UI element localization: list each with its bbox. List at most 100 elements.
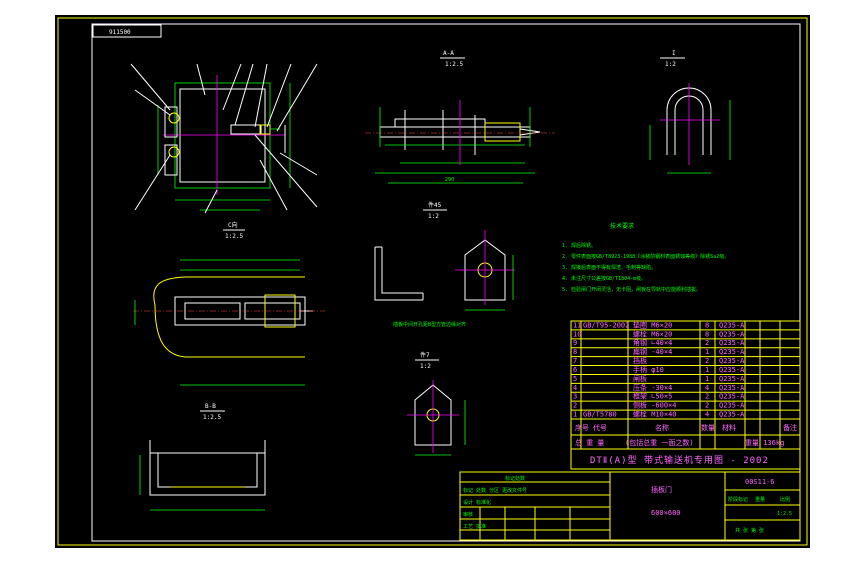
parts-cell-material: Q235-A: [719, 402, 745, 410]
parts-cell-name: 压条 -30×4: [633, 383, 672, 392]
parts-cell-no: 2: [573, 402, 577, 410]
parts-footer-left: 总 重 量: [575, 438, 604, 447]
tech-req-item-5: 5. 检验闸门开闭灵活，无卡阻，闸板在导轨中应能顺利插拔。: [562, 286, 701, 293]
parts-cell-qty: 2: [705, 393, 709, 401]
part-45-scale: 1:2: [428, 213, 439, 220]
parts-header-qty: 数量: [701, 423, 715, 432]
section-bb-title: B-B: [205, 403, 216, 410]
parts-cell-no: 9: [573, 339, 577, 347]
parts-list: 11 GB/T95-2002 垫圈 M6×20 8 Q235-A10 螺栓 M6×20 8 Q…: [570, 320, 801, 450]
parts-cell-qty: 2: [705, 357, 709, 365]
title-block-revision-row-2: 设计 标准化: [463, 499, 491, 506]
section-i: I 1:2: [649, 50, 731, 174]
parts-cell-name: 角钢 ∟40×4: [633, 338, 672, 347]
scale-value: 1:2.5: [777, 511, 792, 517]
section-aa: A-A 1:2.5 290: [365, 50, 555, 184]
parts-cell-name: 垫圈 M6×20: [633, 320, 672, 329]
parts-cell-qty: 1: [705, 348, 709, 356]
parts-cell-material: Q235-A: [719, 339, 745, 347]
parts-cell-name: 框架 ∟50×5: [633, 392, 672, 401]
parts-cell-name: 螺栓 M6×20: [633, 329, 672, 338]
parts-header-remark: 备注: [783, 423, 797, 432]
section-i-title: I: [672, 50, 676, 57]
parts-cell-qty: 1: [705, 366, 709, 374]
section-bb: B-B 1:2.5: [139, 403, 266, 511]
parts-header-no: 序号: [575, 423, 589, 432]
parts-footer-right: 重量 136kg: [745, 439, 784, 447]
parts-cell-no: 5: [573, 375, 577, 383]
sheet-info-pages: 共 张 第 张: [735, 527, 764, 534]
parts-cell-no: 7: [573, 357, 577, 365]
section-bb-scale: 1:2.5: [203, 414, 221, 421]
parts-cell-material: Q235-A: [719, 348, 745, 356]
parts-cell-no: 6: [573, 366, 577, 374]
parts-cell-material: Q235-A: [719, 366, 745, 374]
tech-req-item-1: 1. 焊后除锈。: [562, 242, 596, 249]
parts-cell-name: 挡板: [633, 356, 647, 365]
parts-cell-qty: 2: [705, 402, 709, 410]
parts-cell-no: 1: [573, 411, 577, 419]
title-block-header: 标记处数: [505, 475, 525, 482]
drawing-size: 600×600: [651, 509, 681, 517]
parts-cell-no: 11: [573, 321, 581, 329]
section-aa-dimension: 290: [445, 177, 454, 183]
title-block-revision-row-3: 审核: [463, 511, 473, 518]
series-title: DTⅡ(A)型 带式输送机专用图 - 2002: [590, 454, 769, 466]
parts-header-material: 材料: [722, 423, 736, 432]
parts-cell-material: Q235-A: [719, 384, 745, 392]
part-45-title: 件45: [428, 201, 442, 209]
parts-cell-material: Q235-A: [719, 321, 745, 329]
title-block-revision-row-1: 标记 处数 分区 更改文件号: [463, 487, 527, 494]
section-i-scale: 1:2: [665, 61, 676, 68]
sheet-info-scale: 比例: [780, 496, 790, 503]
part-7-scale: 1:2: [420, 363, 431, 370]
parts-rows: 11 GB/T95-2002 垫圈 M6×20 8 Q235-A10 螺栓 M6×20 8 Q…: [571, 320, 800, 419]
parts-cell-name: 螺栓 M10×40: [633, 410, 677, 419]
parts-footer-mid: (包括总重 一面之数): [625, 438, 694, 447]
tech-requirements: 技术要求 1. 焊后除锈。 2. 零件表面按GB/T8923-1988《涂装前钢…: [562, 222, 729, 293]
parts-cell-material: Q235-A: [719, 375, 745, 383]
parts-cell-material: Q235-A: [719, 393, 745, 401]
weld-note: 插板中间开孔距B型方管边缘对齐: [393, 321, 466, 328]
parts-cell-code: GB/T95-2002: [583, 321, 629, 329]
parts-cell-name: 扁钢 -40×4: [633, 347, 672, 356]
parts-cell-code: GB/T5780: [583, 411, 617, 419]
parts-cell-qty: 8: [705, 321, 709, 329]
drawing-number-text: 911500: [109, 29, 131, 36]
parts-cell-qty: 8: [705, 330, 709, 338]
parts-cell-no: 8: [573, 348, 577, 356]
parts-cell-no: 3: [573, 393, 577, 401]
tech-requirements-title: 技术要求: [610, 222, 634, 230]
parts-cell-material: Q235-A: [719, 357, 745, 365]
parts-header-name: 名称: [655, 423, 669, 432]
parts-cell-no: 10: [573, 330, 581, 338]
part-45: 件45 1:2: [374, 201, 515, 311]
parts-cell-name: 手柄 φ10: [633, 365, 664, 374]
view-c: C向 1:2.5: [133, 221, 325, 386]
parts-header-code: 代号: [593, 423, 607, 432]
parts-cell-no: 4: [573, 384, 577, 392]
part-7-title: 件7: [420, 351, 430, 359]
drawing-name: 插板门: [651, 485, 672, 494]
parts-cell-name: 侧板 -600×4: [633, 401, 677, 410]
parts-cell-material: Q235-A: [719, 411, 745, 419]
section-aa-scale: 1:2.5: [445, 61, 463, 68]
parts-cell-name: 闸板: [633, 374, 647, 383]
view-c-title: C向: [228, 221, 238, 229]
drawing-code: 00S11-6: [745, 478, 775, 486]
screenshot-canvas: 911500 A-A 1:2.5 290 I 1:2 C向 1:2.5 件45 …: [0, 0, 867, 562]
parts-cell-qty: 4: [705, 411, 709, 419]
section-aa-title: A-A: [443, 50, 454, 57]
tech-req-item-3: 3. 焊接后表面不得有焊渣、毛刺等缺陷。: [562, 264, 656, 271]
tech-req-item-2: 2. 零件表面按GB/T8923-1988《涂装前钢材表面锈蚀等级》除锈Sa2级…: [562, 253, 729, 260]
view-c-scale: 1:2.5: [225, 233, 243, 240]
main-view: [130, 63, 318, 214]
cad-drawing: 911500 A-A 1:2.5 290 I 1:2 C向 1:2.5 件45 …: [57, 17, 808, 546]
sheet-info-weight: 重量: [755, 496, 765, 503]
parts-cell-qty: 4: [705, 384, 709, 392]
part-7: 件7 1:2: [407, 351, 466, 456]
parts-cell-qty: 1: [705, 375, 709, 383]
title-block-revision-row-4: 工艺 批准: [463, 523, 486, 530]
sheet-info-stage: 阶段标记: [728, 496, 748, 503]
title-block: 标记处数 标记 处数 分区 更改文件号 设计 标准化 审核 工艺 批准 插板门 …: [459, 471, 801, 541]
